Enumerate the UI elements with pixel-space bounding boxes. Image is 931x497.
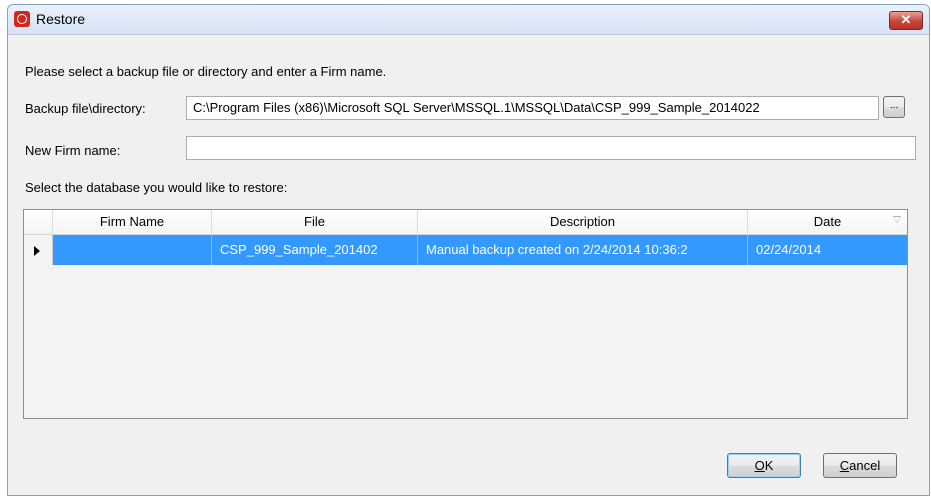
table-row[interactable]: CSP_999_Sample_201402 Manual backup crea…	[24, 235, 907, 265]
ok-accelerator: O	[754, 458, 765, 473]
row-header[interactable]	[24, 235, 53, 265]
database-grid[interactable]: Firm Name File Description Date CSP_999_…	[23, 209, 908, 419]
column-header-file[interactable]: File	[212, 210, 418, 234]
ok-label-rest: K	[764, 458, 774, 473]
close-icon[interactable]: ✕	[889, 11, 923, 30]
cell-date[interactable]: 02/24/2014	[748, 235, 907, 265]
browse-button[interactable]: ...	[883, 96, 905, 118]
firm-name-field[interactable]	[186, 136, 916, 160]
cell-description[interactable]: Manual backup created on 2/24/2014 10:36…	[418, 235, 748, 265]
cancel-button[interactable]: Cancel	[823, 453, 897, 478]
backup-path-field[interactable]: C:\Program Files (x86)\Microsoft SQL Ser…	[186, 96, 879, 120]
column-header-firm-name[interactable]: Firm Name	[53, 210, 212, 234]
row-header-corner	[24, 210, 53, 234]
database-prompt: Select the database you would like to re…	[25, 180, 288, 195]
restore-app-icon	[14, 11, 30, 27]
cell-file[interactable]: CSP_999_Sample_201402	[212, 235, 418, 265]
backup-label: Backup file\directory:	[25, 101, 146, 116]
grid-header: Firm Name File Description Date	[24, 210, 907, 235]
column-header-date[interactable]: Date	[748, 210, 907, 234]
window-title: Restore	[36, 11, 86, 27]
cancel-label-rest: ancel	[849, 458, 881, 473]
instruction-text: Please select a backup file or directory…	[25, 64, 387, 79]
title-bar: Restore ✕	[8, 5, 929, 35]
sort-descending-icon	[893, 216, 901, 223]
cancel-accelerator: C	[839, 458, 850, 473]
column-header-description[interactable]: Description	[418, 210, 748, 234]
cell-firm-name[interactable]	[53, 235, 212, 265]
column-header-date-label: Date	[813, 214, 842, 229]
current-row-arrow-icon	[34, 246, 40, 256]
firm-name-label: New Firm name:	[25, 143, 121, 158]
ok-button[interactable]: OK	[727, 453, 801, 478]
